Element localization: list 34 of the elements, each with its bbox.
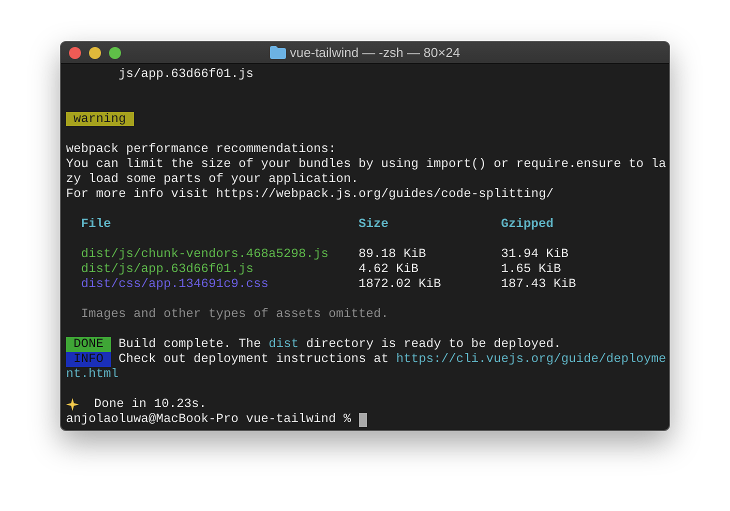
output-line: js/app.63d66f01.js	[118, 67, 254, 81]
status-badge: DONE	[66, 337, 112, 352]
output-line: You can limit the size of your bundles by using import() or require.ensure to la	[66, 157, 666, 171]
cursor-icon	[358, 412, 367, 426]
column-header: File	[81, 217, 112, 231]
table-cell: 1872.02 KiB	[358, 277, 442, 291]
status-badge: INFO	[66, 352, 112, 367]
table-cell: dist/js/app.63d66f01.js	[81, 262, 254, 276]
note-text: Images and other types of assets omitted.	[81, 307, 389, 321]
sparkle-icon	[66, 398, 79, 411]
table-cell: 31.94 KiB	[501, 247, 569, 261]
link[interactable]: https://cli.vuejs.org/guide/deployme	[396, 352, 666, 366]
message-text: Check out deployment instructions at https://cli.vuejs.org/guide/deployme	[118, 352, 666, 367]
table-cell: dist/js/chunk-vendors.468a5298.js	[81, 247, 329, 261]
table-cell: dist/css/app.134691c9.css	[81, 277, 269, 291]
message-text: Build complete. The dist directory is ready to be deployed.	[118, 337, 562, 352]
link[interactable]: nt.html	[66, 367, 119, 381]
output-line: Done in 10.23s.	[94, 397, 207, 412]
folder-icon	[270, 46, 286, 59]
output-line: For more info visit https://webpack.js.org/guides/code-splitting/	[66, 187, 554, 201]
output-line: zy load some parts of your application.	[66, 172, 359, 186]
table-cell: 89.18 KiB	[358, 247, 426, 261]
table-cell: 187.43 KiB	[501, 277, 576, 291]
output-line: webpack performance recommendations:	[66, 142, 336, 156]
window-title: vue-tailwind — -zsh — 80×24	[290, 44, 460, 62]
shell-prompt: anjolaoluwa@MacBook-Pro vue-tailwind %	[66, 412, 352, 427]
column-header: Size	[358, 217, 389, 231]
close-button[interactable]	[69, 46, 81, 58]
table-cell: 1.65 KiB	[501, 262, 562, 276]
column-header: Gzipped	[501, 217, 554, 231]
minimize-button[interactable]	[89, 46, 101, 58]
zoom-button[interactable]	[109, 46, 121, 58]
table-cell: 4.62 KiB	[358, 262, 419, 276]
warning-badge: warning	[66, 112, 134, 126]
